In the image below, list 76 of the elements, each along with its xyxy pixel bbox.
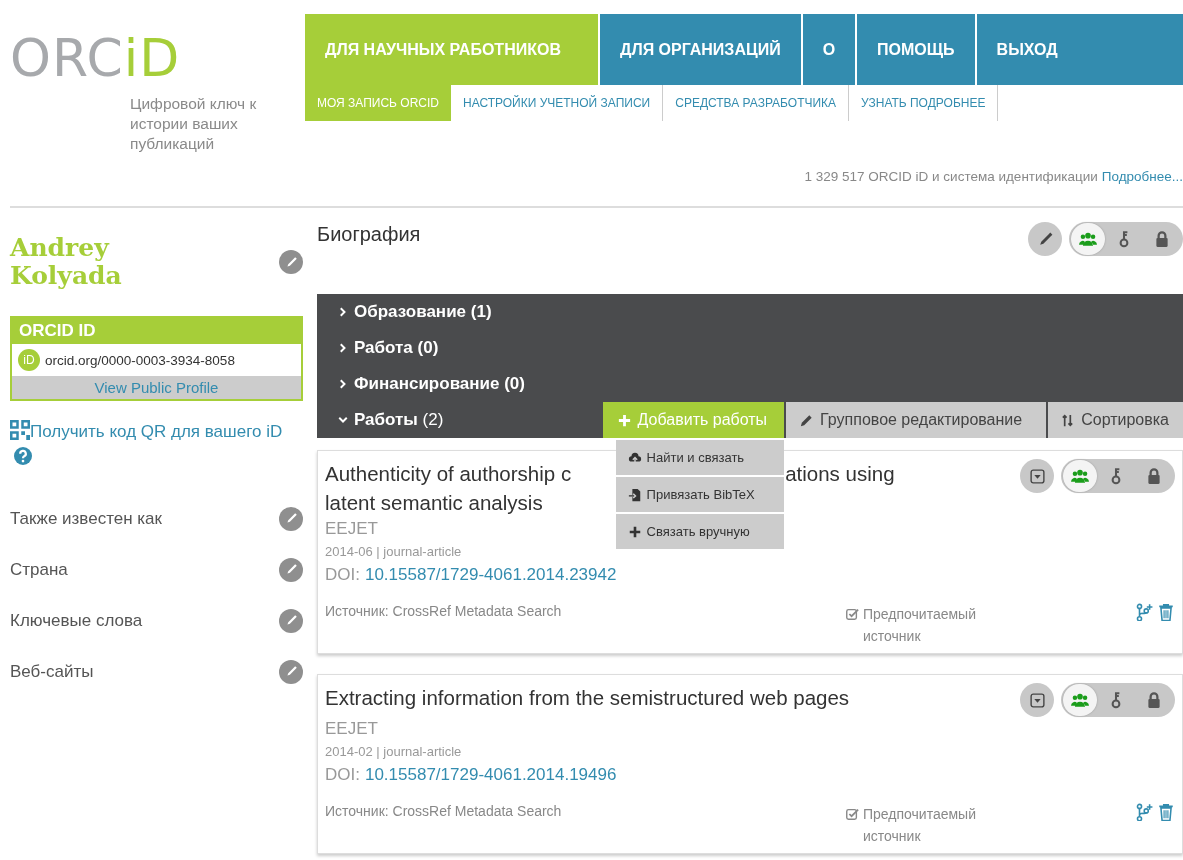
field-label: Страна (10, 559, 68, 580)
subnav-tab[interactable]: НАСТРОЙКИ УЧЕТНОЙ ЗАПИСИ (451, 85, 664, 121)
card-heading: ORCID ID (12, 318, 301, 344)
pencil-icon (284, 255, 298, 269)
privacy-option[interactable] (1071, 223, 1105, 255)
preferred-source-label: Предпочитаемый источник (863, 605, 977, 646)
doi-link[interactable]: 10.15587/1729-4061.2014.19496 (364, 765, 617, 784)
qr-code-icon[interactable] (10, 420, 30, 440)
action-button[interactable]: Групповое редактирование (786, 402, 1047, 438)
qr-code-link[interactable]: Получить код QR для вашего iD (30, 422, 283, 441)
cloud-upload-icon (627, 450, 642, 465)
doi-link[interactable]: 10.15587/1729-4061.2014.23942 (364, 565, 617, 584)
more-link[interactable]: Подробнее... (1101, 169, 1183, 184)
preferred-source-label: Предпочитаемый источник (863, 805, 977, 846)
menu-item[interactable]: Найти и связать (615, 440, 785, 475)
group-icon (1071, 467, 1089, 485)
orcid-logo[interactable]: ORCiD (10, 28, 181, 88)
plus-icon (627, 524, 642, 539)
nav-tab[interactable]: О (802, 14, 858, 85)
pencil-icon (284, 614, 298, 627)
import-icon (627, 487, 642, 502)
section-toggle[interactable]: Образование (1) (317, 294, 1183, 330)
section-toggle[interactable]: Работы (2) (317, 402, 603, 438)
subnav-tab[interactable]: УЗНАТЬ ПОДРОБНЕЕ (849, 85, 999, 121)
nav-tab[interactable]: ВЫХОД (976, 14, 1078, 85)
caret-down-icon (1028, 691, 1046, 709)
source-text: Источник: CrossRef Metadata Search (325, 803, 563, 819)
tagline: Цифровой ключ к истории ваших публикаций (130, 94, 258, 154)
pencil-icon (284, 563, 298, 576)
work-meta: 2014-02 | journal-article (325, 743, 462, 761)
nav-tab[interactable]: ДЛЯ ОРГАНИЗАЦИЙ (600, 14, 803, 85)
privacy-option[interactable] (1063, 460, 1097, 492)
menu-item[interactable]: Связать вручную (615, 514, 785, 549)
work-meta: 2014-06 | journal-article (325, 543, 462, 561)
doi-label: DOI: (325, 565, 360, 584)
journal-name: EEJET (325, 518, 378, 540)
field-label: Веб-сайты (10, 661, 94, 682)
journal-name: EEJET (325, 718, 378, 740)
subnav-tab[interactable]: СРЕДСТВА РАЗРАБОТЧИКА (663, 85, 850, 121)
person-name: Andrey Kolyada (10, 234, 123, 290)
expand-button[interactable] (1020, 459, 1054, 493)
section-toggle[interactable]: Финансирование (0) (317, 366, 1183, 402)
privacy-option[interactable] (1063, 684, 1097, 716)
nav-tab[interactable]: ПОМОЩЬ (857, 14, 977, 85)
trash-icon[interactable] (1157, 603, 1175, 621)
plus-icon (616, 412, 632, 428)
source-text: Источник: CrossRef Metadata Search (325, 603, 563, 619)
id-badge: iD (18, 349, 40, 371)
pencil-icon (284, 665, 298, 678)
help-icon[interactable] (14, 447, 32, 465)
work-title: ations using (785, 462, 895, 485)
trash-icon[interactable] (1157, 803, 1175, 821)
branch-icon[interactable] (1135, 603, 1153, 621)
section-toggle[interactable]: Работа (0) (317, 330, 1183, 366)
caret-down-icon (1028, 467, 1046, 485)
branch-icon[interactable] (1135, 803, 1153, 821)
section-title: Биография (317, 222, 421, 247)
doi-label: DOI: (325, 765, 360, 784)
stats-text: 1 329 517 ORCID iD и система идентификации (804, 169, 1098, 184)
work-title: latent semantic analysis (325, 491, 543, 514)
group-icon (1079, 230, 1097, 248)
edit-button[interactable] (1028, 222, 1062, 256)
work-title: Extracting information from the semistructured web pages (325, 686, 850, 709)
public-profile-link[interactable]: View Public Profile (12, 376, 301, 399)
field-label: Ключевые слова (10, 610, 143, 631)
lock-icon (1153, 230, 1171, 248)
menu-item[interactable]: Привязать BibTeX (615, 477, 785, 512)
work-title: Authenticity of authorship c (325, 462, 572, 485)
lock-icon (1145, 467, 1163, 485)
group-icon (1071, 691, 1089, 709)
pencil-icon (284, 512, 298, 525)
expand-button[interactable] (1020, 683, 1054, 717)
action-button[interactable]: Сортировка (1048, 402, 1183, 438)
orcid-url: orcid.org/0000-0003-3934-8058 (45, 352, 235, 368)
field-label: Также известен как (10, 508, 162, 529)
lock-icon (1145, 691, 1163, 709)
